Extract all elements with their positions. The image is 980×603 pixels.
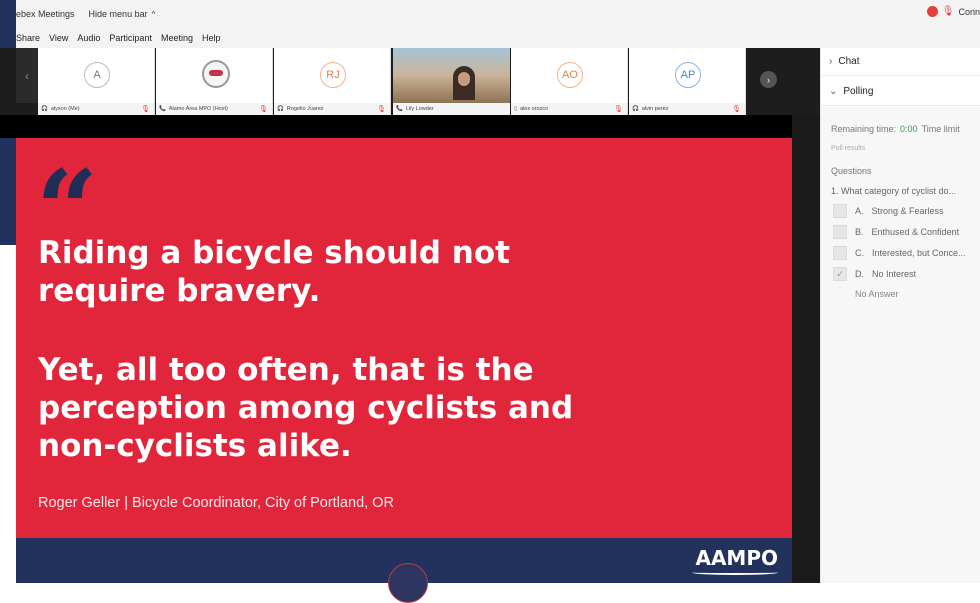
scroll-right-button[interactable]: ›	[760, 71, 777, 88]
menu-share[interactable]: Share	[16, 33, 40, 43]
questions-heading: Questions	[831, 166, 872, 176]
floating-control-button[interactable]	[388, 563, 428, 603]
slide-attribution: Roger Geller | Bicycle Coordinator, City…	[38, 495, 394, 511]
chevron-right-icon: ›	[829, 56, 833, 67]
video-face	[458, 72, 470, 86]
polling-panel-header[interactable]: ⌄ Polling	[821, 78, 980, 106]
avatar: RJ	[320, 62, 346, 88]
mic-muted-icon: 🎙	[259, 106, 268, 113]
checkbox[interactable]	[833, 225, 847, 239]
audio-icon: 🎧	[277, 106, 284, 112]
option-text: Interested, but Conce...	[872, 248, 966, 258]
participant-name-bar: 📞 Lily Lowder	[393, 103, 510, 115]
option-text: Enthused & Confident	[871, 227, 960, 237]
avatar: AP	[675, 62, 701, 88]
participant-tile[interactable]: 📞 Alamo Area MPO (Host) 🎙	[156, 48, 273, 115]
remaining-label: Remaining time:	[831, 124, 897, 134]
chevron-up-icon[interactable]: ^	[152, 10, 156, 19]
participant-tile[interactable]: RJ 🎧 Rogelio Juarez 🎙	[274, 48, 391, 115]
slide-footer: AAMPO	[16, 538, 792, 603]
option-letter: A.	[855, 206, 864, 216]
checkbox[interactable]	[833, 246, 847, 260]
time-limit-label: Time limit	[921, 124, 960, 134]
device-icon: ▯	[514, 106, 518, 112]
host-logo	[202, 60, 230, 88]
participant-name-bar: 🎧 alvin perez 🎙	[629, 103, 745, 115]
aampo-logo: AAMPO	[695, 546, 778, 570]
participant-name: alyson (Me)	[50, 106, 80, 112]
participant-name-bar: ▯ alex orozco 🎙	[511, 103, 627, 115]
poll-option[interactable]: C. Interested, but Conce...	[833, 246, 966, 260]
scroll-right-area: ›	[748, 48, 788, 115]
content-top-band	[0, 115, 820, 138]
participant-video-tile[interactable]: 📞 Lily Lowder	[393, 48, 510, 115]
recording-icon[interactable]	[926, 6, 938, 17]
phone-icon: 📞	[396, 106, 403, 112]
chat-label: Chat	[838, 56, 860, 67]
chat-panel-header[interactable]: › Chat	[821, 48, 980, 76]
hide-menu-bar-button[interactable]: Hide menu bar	[89, 9, 148, 19]
participant-name-bar: 🎧 alyson (Me) 🎙	[38, 103, 154, 115]
mic-muted-icon: 🎙	[614, 106, 623, 113]
menu-participant[interactable]: Participant	[109, 33, 152, 43]
slide-quote-line1: Riding a bicycle should not require brav…	[38, 235, 510, 309]
participant-name: Alamo Area MPO (Host)	[168, 106, 228, 112]
option-letter: C.	[855, 248, 864, 258]
option-text: Strong & Fearless	[871, 206, 944, 216]
option-text: No Interest	[872, 269, 917, 279]
logo-swoosh	[692, 570, 778, 575]
option-letter: D.	[855, 269, 864, 279]
remaining-time: Remaining time: 0:00 Time limit	[831, 124, 960, 134]
connection-status: Conn	[958, 6, 980, 17]
participant-name: alex orozco	[520, 106, 549, 112]
participant-tile[interactable]: AP 🎧 alvin perez 🎙	[629, 48, 746, 115]
avatar: AO	[557, 62, 583, 88]
chevron-down-icon: ⌄	[829, 86, 838, 97]
option-letter: B.	[855, 227, 864, 237]
content-side-gap	[792, 115, 820, 583]
participant-name-bar: 📞 Alamo Area MPO (Host) 🎙	[156, 103, 272, 115]
audio-icon: 🎧	[41, 106, 48, 112]
mic-muted-icon: 🎙	[141, 106, 150, 113]
menu-audio[interactable]: Audio	[77, 33, 100, 43]
poll-area: Remaining time: 0:00 Time limit Poll resul…	[821, 107, 980, 583]
participant-tile[interactable]: AO ▯ alex orozco 🎙	[511, 48, 628, 115]
phone-icon: 📞	[159, 106, 166, 112]
remaining-value: 0:00	[900, 124, 918, 134]
avatar: A	[84, 62, 110, 88]
side-panel: › Chat ⌄ Polling Remaining time: 0:00 Time…	[820, 48, 980, 583]
menu-help[interactable]: Help	[202, 33, 221, 43]
participant-name: alvin perez	[641, 106, 669, 112]
poll-option[interactable]: B. Enthused & Confident	[833, 225, 959, 239]
mic-muted-icon: 🎙	[732, 106, 741, 113]
shared-slide: “ Riding a bicycle should not require br…	[16, 138, 792, 538]
participant-tile[interactable]: A 🎧 alyson (Me) 🎙	[38, 48, 155, 115]
scroll-left-button[interactable]: ‹	[16, 48, 38, 103]
poll-question: 1. What category of cyclist do...	[831, 186, 957, 196]
checkbox-checked[interactable]: ✓	[833, 267, 847, 281]
mic-muted-icon: 🎙	[377, 106, 386, 113]
poll-option[interactable]: ✓ D. No Interest	[833, 267, 916, 281]
audio-icon: 🎧	[632, 106, 639, 112]
participant-name: Rogelio Juarez	[286, 106, 324, 112]
mic-muted-icon[interactable]: 🎙	[942, 6, 955, 17]
title-bar: ebex Meetings Hide menu bar ^ 🎙 Conn	[16, 0, 980, 28]
menu-meeting[interactable]: Meeting	[161, 33, 193, 43]
menu-bar: Share View Audio Participant Meeting Hel…	[16, 28, 980, 48]
participant-name: Lily Lowder	[405, 106, 434, 112]
no-answer-label: No Answer	[855, 289, 899, 299]
participant-name-bar: 🎧 Rogelio Juarez 🎙	[274, 103, 390, 115]
checkbox[interactable]	[833, 204, 847, 218]
participant-strip: ‹ A 🎧 alyson (Me) 🎙 📞 Alamo Area MPO (Ho…	[0, 48, 820, 115]
poll-results-label: Poll results	[831, 145, 866, 152]
menu-view[interactable]: View	[49, 33, 68, 43]
app-title: ebex Meetings	[16, 9, 75, 19]
title-status: 🎙 Conn	[926, 6, 980, 17]
poll-option[interactable]: A. Strong & Fearless	[833, 204, 944, 218]
polling-label: Polling	[843, 86, 874, 97]
slide-quote-line2: Yet, all too often, that is the percepti…	[38, 352, 574, 464]
